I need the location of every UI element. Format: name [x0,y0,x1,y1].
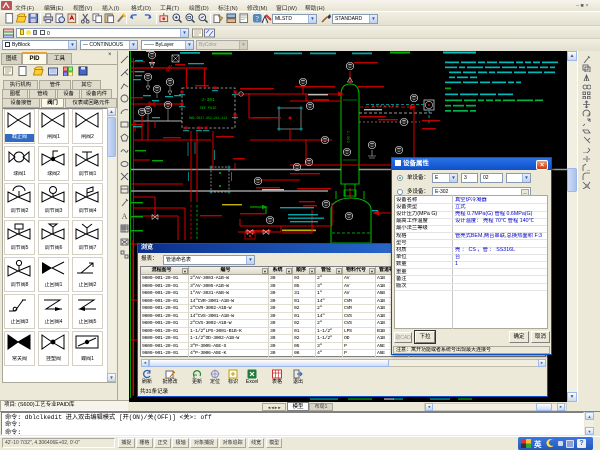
svg-text:SEE P&ID: SEE P&ID [200,107,217,111]
svg-text:DWG.0627-952-241-112: DWG.0627-952-241-112 [189,116,227,120]
svg-text:C-302: C-302 [345,131,349,144]
svg-text:A: A [121,212,127,220]
svg-text:J-301: J-301 [201,97,215,103]
